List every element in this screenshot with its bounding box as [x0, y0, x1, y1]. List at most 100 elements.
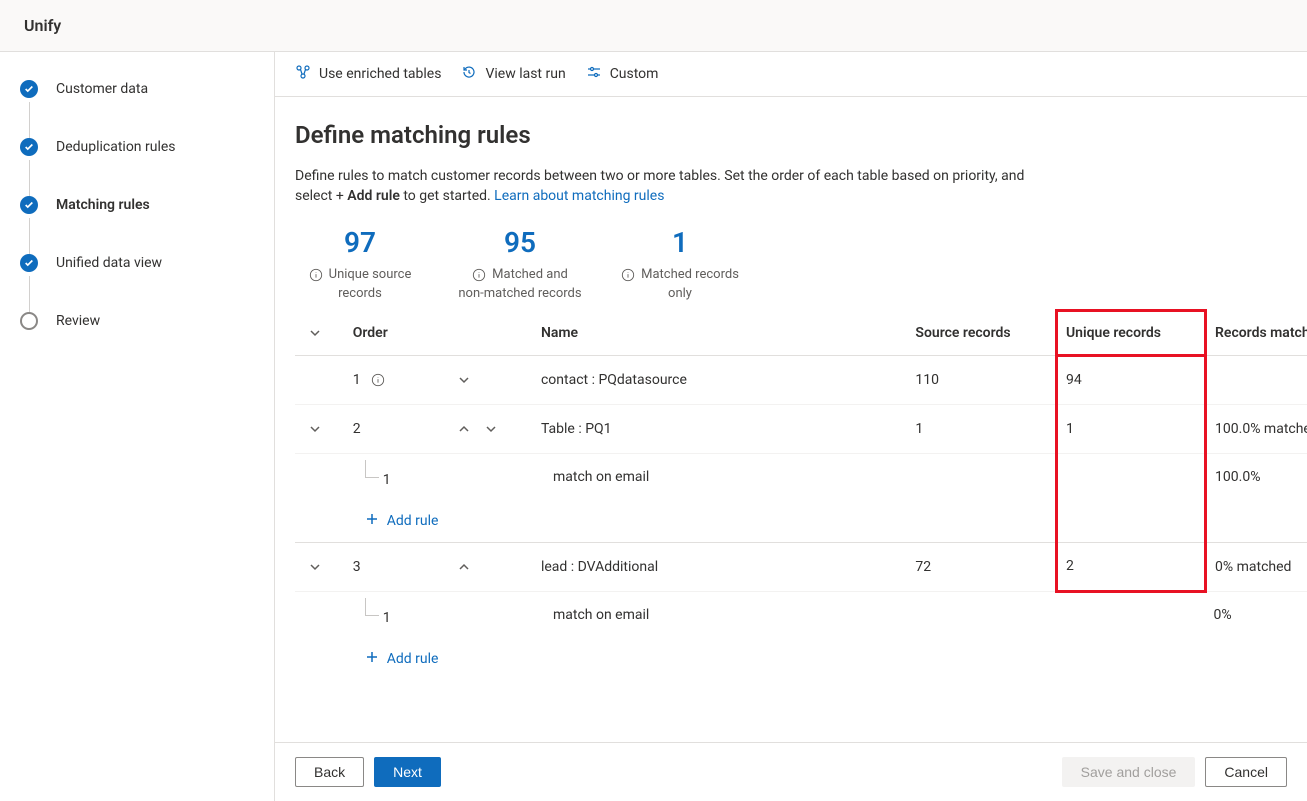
next-button[interactable]: Next: [374, 757, 441, 787]
step-label: Unified data view: [56, 255, 162, 271]
save-close-button: Save and close: [1062, 757, 1196, 787]
row-unique: 2: [1056, 542, 1205, 591]
step-review[interactable]: Review: [20, 312, 258, 330]
stat-matched-nonmatched: 95 Matched and non-matched records: [455, 226, 585, 301]
rules-table-scroll[interactable]: Order Name Source records Unique records…: [295, 309, 1307, 742]
chevron-down-icon[interactable]: [452, 368, 476, 392]
table-row[interactable]: 1 contact : PQdatasource 110 94: [295, 355, 1307, 404]
table-subrow[interactable]: 1 match on email 0%: [295, 591, 1307, 638]
stat-sublabel: only: [615, 286, 745, 301]
table-addrule-row: Add rule: [295, 500, 1307, 543]
view-last-run-button[interactable]: View last run: [461, 64, 565, 84]
row-source: 72: [907, 542, 1056, 591]
wizard-sidebar: Customer data Deduplication rules Matchi…: [0, 52, 275, 801]
row-unique: 94: [1056, 355, 1205, 404]
add-rule-button[interactable]: Add rule: [365, 512, 439, 530]
col-header-order: Order: [345, 311, 444, 356]
chevron-down-icon[interactable]: [303, 417, 327, 441]
step-deduplication-rules[interactable]: Deduplication rules: [20, 138, 258, 156]
back-button[interactable]: Back: [295, 757, 364, 787]
action-toolbar: Use enriched tables View last run Custom: [275, 52, 1307, 97]
stat-sublabel: records: [295, 286, 425, 301]
sub-match: 0%: [1206, 591, 1307, 638]
row-match: 100.0% matched: [1206, 404, 1307, 453]
step-label: Matching rules: [56, 197, 150, 213]
stat-unique-source: 97 Unique source records: [295, 226, 425, 301]
footer-bar: Back Next Save and close Cancel: [275, 742, 1307, 801]
add-rule-label: Add rule: [387, 651, 439, 667]
toolbar-label: Use enriched tables: [319, 66, 441, 82]
row-match: 0% matched: [1206, 542, 1307, 591]
stat-value: 95: [455, 226, 585, 259]
info-icon[interactable]: [621, 268, 635, 282]
stat-value: 97: [295, 226, 425, 259]
add-rule-label: Add rule: [387, 513, 439, 529]
step-customer-data[interactable]: Customer data: [20, 80, 258, 98]
table-addrule-row: Add rule: [295, 638, 1307, 680]
chevron-down-icon[interactable]: [479, 417, 503, 441]
step-label: Review: [56, 313, 100, 329]
stat-value: 1: [615, 226, 745, 259]
table-subrow[interactable]: 1 match on email 100.0%: [295, 453, 1307, 500]
sub-name: match on email: [533, 591, 907, 638]
chevron-down-icon[interactable]: [303, 555, 327, 579]
sub-match: 100.0%: [1206, 453, 1307, 500]
info-icon[interactable]: [371, 373, 385, 387]
stat-label: Matched and: [492, 267, 568, 282]
chevron-up-icon[interactable]: [452, 555, 476, 579]
step-label: Deduplication rules: [56, 139, 176, 155]
sub-name: match on email: [533, 453, 907, 500]
app-title: Unify: [24, 16, 61, 35]
stat-label: Unique source: [329, 267, 412, 282]
step-unified-data-view[interactable]: Unified data view: [20, 254, 258, 272]
sub-order: 1: [383, 472, 391, 488]
toolbar-label: View last run: [485, 66, 565, 82]
sliders-icon: [586, 64, 602, 84]
order-value: 3: [345, 542, 444, 591]
cancel-button[interactable]: Cancel: [1205, 757, 1287, 787]
stat-label: Matched records: [641, 267, 739, 282]
info-icon[interactable]: [472, 268, 486, 282]
stats-row: 97 Unique source records 95 Matched and …: [295, 226, 1307, 301]
col-header-unique: Unique records: [1056, 311, 1205, 356]
row-match: [1206, 355, 1307, 404]
order-value: 2: [345, 404, 444, 453]
row-name: Table : PQ1: [533, 404, 907, 453]
check-icon: [20, 80, 38, 98]
plus-icon: [365, 512, 379, 530]
table-row[interactable]: 2 Table : PQ1 1 1 100.0% matched: [295, 404, 1307, 453]
check-icon: [20, 196, 38, 214]
rules-table: Order Name Source records Unique records…: [295, 309, 1307, 680]
table-row[interactable]: 3 lead : DVAdditional 72 2 0% matched: [295, 542, 1307, 591]
chevron-down-icon[interactable]: [303, 321, 327, 345]
stat-sublabel: non-matched records: [455, 286, 585, 301]
top-bar: Unify: [0, 0, 1307, 52]
main-panel: Use enriched tables View last run Custom: [275, 52, 1307, 801]
check-icon: [20, 254, 38, 272]
plus-icon: [365, 650, 379, 668]
row-source: 110: [907, 355, 1056, 404]
use-enriched-tables-button[interactable]: Use enriched tables: [295, 64, 441, 84]
col-header-name: Name: [533, 311, 907, 356]
toolbar-label: Custom: [610, 66, 659, 82]
learn-link[interactable]: Learn about matching rules: [494, 188, 664, 204]
row-name: lead : DVAdditional: [533, 542, 907, 591]
share-icon: [295, 64, 311, 84]
page-description: Define rules to match customer records b…: [295, 167, 1055, 206]
col-header-match: Records matched: [1206, 311, 1307, 356]
info-icon[interactable]: [309, 268, 323, 282]
row-name: contact : PQdatasource: [533, 355, 907, 404]
page-title: Define matching rules: [295, 121, 1307, 149]
stat-matched-only: 1 Matched records only: [615, 226, 745, 301]
col-header-source: Source records: [907, 311, 1056, 356]
circle-icon: [20, 312, 38, 330]
history-icon: [461, 64, 477, 84]
chevron-up-icon[interactable]: [452, 417, 476, 441]
row-unique: 1: [1056, 404, 1205, 453]
step-matching-rules[interactable]: Matching rules: [20, 196, 258, 214]
row-source: 1: [907, 404, 1056, 453]
add-rule-button[interactable]: Add rule: [365, 650, 439, 668]
order-value: 1: [353, 372, 361, 388]
sub-order: 1: [383, 610, 391, 626]
custom-button[interactable]: Custom: [586, 64, 659, 84]
